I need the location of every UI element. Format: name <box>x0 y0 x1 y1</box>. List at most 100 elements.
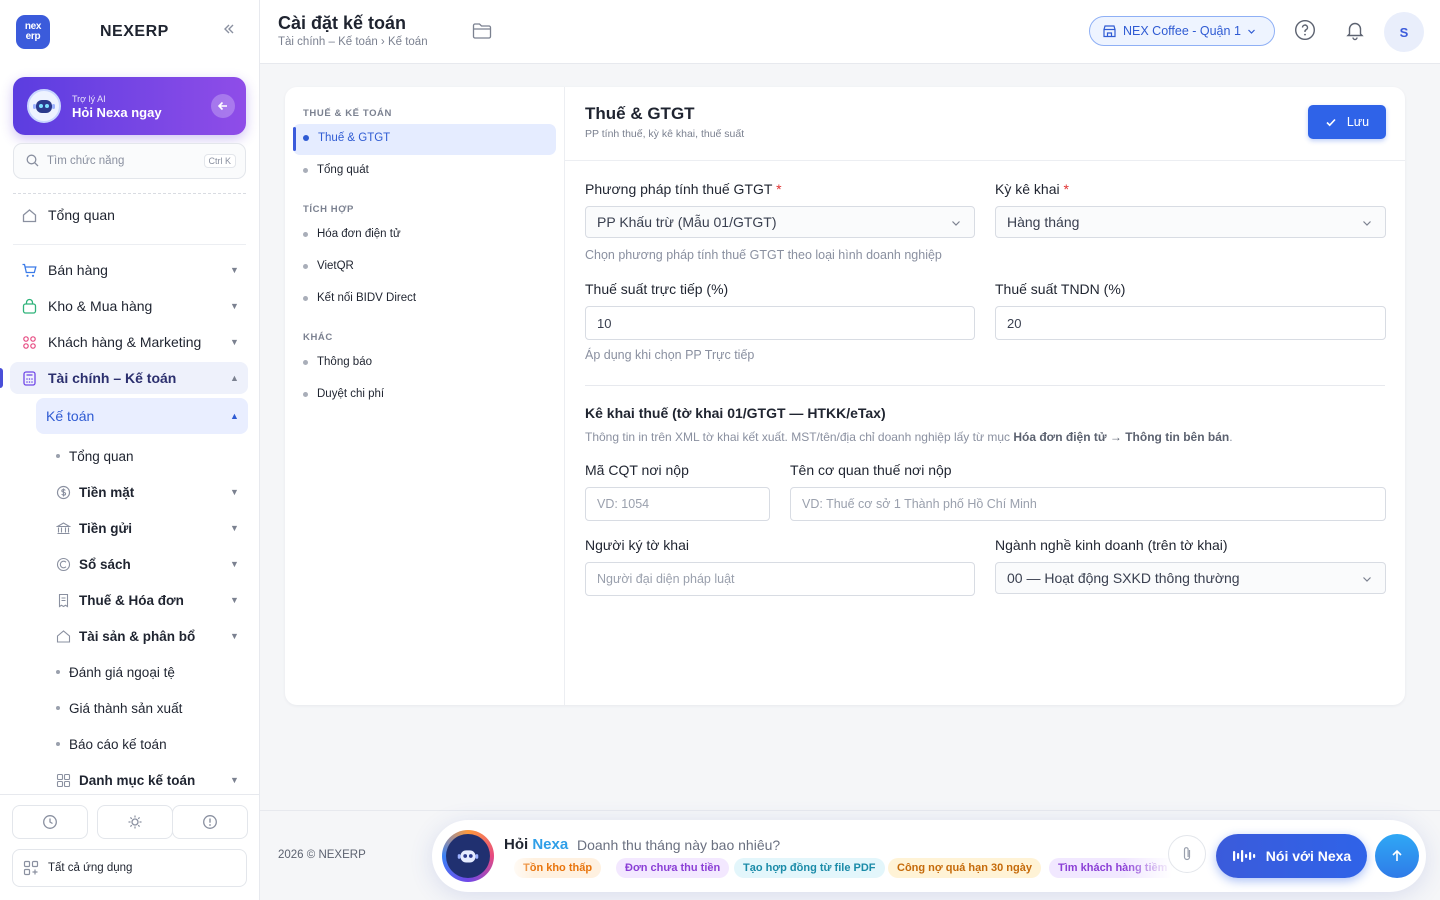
user-avatar[interactable]: S <box>1384 12 1424 52</box>
chevron-down-icon <box>950 217 962 229</box>
sidebar-subitem[interactable]: Sổ sách <box>55 552 131 576</box>
settings-item-einvoice[interactable]: Hóa đơn điện tử <box>303 228 401 240</box>
arrow-left-icon[interactable] <box>211 94 235 118</box>
industry-select[interactable]: 00 — Hoạt động SXKD thông thường <box>995 562 1386 594</box>
sub-nav-accounting[interactable]: Kế toán <box>46 404 94 428</box>
sidebar-subitem[interactable]: Tiền gửi <box>55 516 132 540</box>
nav-inventory[interactable]: Kho & Mua hàng <box>20 291 152 321</box>
settings-item-expense-approval[interactable]: Duyệt chi phí <box>303 388 384 400</box>
grid-icon <box>55 772 71 788</box>
chat-input[interactable]: Doanh thu tháng này bao nhiêu? <box>577 837 780 853</box>
history-button[interactable] <box>12 805 88 839</box>
direct-rate-input[interactable]: 10 <box>585 306 975 340</box>
collapse-sidebar-icon[interactable] <box>222 22 236 36</box>
chevron-down-icon[interactable]: ▼ <box>230 631 239 641</box>
sidebar-subitem-label: Thuế & Hóa đơn <box>79 592 184 608</box>
page-title: Cài đặt kế toán <box>278 13 407 33</box>
chevron-down-icon[interactable]: ▼ <box>230 487 239 497</box>
signer-input[interactable]: Người đại diện pháp luật <box>585 562 975 596</box>
asset-icon <box>55 628 71 644</box>
chevron-up-icon[interactable]: ▲ <box>230 373 239 383</box>
chevron-down-icon <box>1361 217 1373 229</box>
bank-icon <box>55 520 71 536</box>
period-select[interactable]: Hàng tháng <box>995 206 1386 238</box>
nav-sales[interactable]: Bán hàng <box>20 255 108 285</box>
tax-office-input[interactable]: VD: Thuế cơ sở 1 Thành phố Hồ Chí Minh <box>790 487 1386 521</box>
sidebar-subitem[interactable]: Báo cáo kế toán <box>56 732 167 756</box>
chevron-down-icon[interactable]: ▼ <box>230 559 239 569</box>
talk-to-nexa-button[interactable]: Nói với Nexa <box>1216 834 1367 878</box>
search-shortcut: Ctrl K <box>203 154 236 168</box>
store-name: NEX Coffee - Quận 1 <box>1123 24 1241 38</box>
suggestion-chip[interactable]: Đơn chưa thu tiền <box>616 858 730 878</box>
chevron-down-icon[interactable]: ▼ <box>230 337 239 347</box>
cit-rate-input[interactable]: 20 <box>995 306 1386 340</box>
settings-item-general[interactable]: Tổng quát <box>303 164 369 176</box>
settings-item-label: VietQR <box>317 260 354 272</box>
section-divider <box>585 385 1385 386</box>
help-icon[interactable] <box>1294 19 1316 41</box>
chevron-down-icon[interactable]: ▼ <box>230 775 239 785</box>
sidebar-subitem[interactable]: Tài sản & phân bổ <box>55 624 195 648</box>
settings-item-label: Duyệt chi phí <box>317 388 385 400</box>
vat-method-select[interactable]: PP Khấu trừ (Mẫu 01/GTGT) <box>585 206 975 238</box>
nav-overview[interactable]: Tổng quan <box>20 200 115 230</box>
nav-finance[interactable]: Tài chính – Kế toán <box>20 363 176 393</box>
sidebar-subitem[interactable]: Giá thành sản xuất <box>56 696 182 720</box>
all-apps-button[interactable]: Tất cả ứng dụng <box>12 849 247 887</box>
suggestion-chips: Tồn kho thấp Đơn chưa thu tiền Tạo hợp đ… <box>504 858 1172 880</box>
cit-rate-label: Thuế suất TNDN (%) <box>995 281 1126 297</box>
chevron-down-icon[interactable]: ▼ <box>230 265 239 275</box>
settings-card: THUẾ & KẾ TOÁN Thuế & GTGT Tổng quát TÍC… <box>285 87 1405 705</box>
nexerp-logo[interactable]: nex erp <box>16 15 50 49</box>
copyright: 2026 © NEXERP <box>278 849 366 861</box>
sidebar-subitem[interactable]: Danh mục kế toán <box>55 768 195 792</box>
settings-nav: THUẾ & KẾ TOÁN Thuế & GTGT Tổng quát TÍC… <box>285 87 565 705</box>
nav-customers-label: Khách hàng & Marketing <box>48 334 202 350</box>
sidebar-subitem[interactable]: Tổng quan <box>56 444 134 468</box>
suggestion-chip[interactable]: Tồn kho thấp <box>514 858 602 878</box>
breadcrumb[interactable]: Tài chính – Kế toán › Kế toán <box>278 36 428 48</box>
save-button[interactable]: Lưu <box>1308 105 1386 139</box>
chevron-down-icon[interactable]: ▼ <box>230 301 239 311</box>
users-icon <box>20 333 38 351</box>
bell-icon[interactable] <box>1344 19 1366 41</box>
nav-customers[interactable]: Khách hàng & Marketing <box>20 327 201 357</box>
folder-icon[interactable] <box>472 22 492 40</box>
sidebar-subitem-label: Báo cáo kế toán <box>69 736 167 752</box>
attach-icon[interactable] <box>1168 835 1206 873</box>
sidebar-subitem-label: Tổng quan <box>69 448 134 464</box>
chevron-down-icon[interactable]: ▼ <box>230 523 239 533</box>
settings-item-bidv[interactable]: Kết nối BIDV Direct <box>303 292 416 304</box>
search-input[interactable]: Tìm chức năng <box>47 155 124 167</box>
alert-button[interactable] <box>172 805 248 839</box>
settings-item-vietqr[interactable]: VietQR <box>303 260 354 272</box>
invoice-icon <box>55 592 71 608</box>
suggestion-chip[interactable]: Công nợ quá hạn 30 ngày <box>888 858 1041 878</box>
function-search[interactable]: Tìm chức năng Ctrl K <box>13 143 246 179</box>
apps-grid-icon <box>23 860 39 876</box>
settings-item-notifications[interactable]: Thông báo <box>303 356 372 368</box>
sidebar-subitem[interactable]: Thuế & Hóa đơn <box>55 588 184 612</box>
nav-inventory-label: Kho & Mua hàng <box>48 298 153 314</box>
sidebar-subitem[interactable]: Tiền mặt <box>55 480 134 504</box>
suggestion-chip[interactable]: Tìm khách hàng tiềm năng <box>1049 858 1172 878</box>
settings-item-vat[interactable]: Thuế & GTGT <box>303 132 390 144</box>
ai-chat-bar[interactable]: Hỏi Nexa Doanh thu tháng này bao nhiêu? … <box>432 820 1426 892</box>
store-selector[interactable]: NEX Coffee - Quận 1 <box>1089 16 1275 46</box>
ai-assistant-card[interactable]: Trợ lý AI Hỏi Nexa ngay <box>13 77 246 135</box>
sidebar-subitem[interactable]: Đánh giá ngoại tệ <box>56 660 175 684</box>
suggestion-chip[interactable]: Tạo hợp đồng từ file PDF <box>734 858 885 878</box>
waveform-icon <box>1232 849 1258 863</box>
tax-code-input[interactable]: VD: 1054 <box>585 487 770 521</box>
sun-icon <box>127 814 143 830</box>
nav-finance-label: Tài chính – Kế toán <box>48 370 177 386</box>
theme-button[interactable] <box>97 805 173 839</box>
topbar: Cài đặt kế toán Tài chính – Kế toán › Kế… <box>260 0 1440 64</box>
chevron-down-icon[interactable]: ▼ <box>230 595 239 605</box>
direct-rate-hint: Áp dụng khi chọn PP Trực tiếp <box>585 348 755 362</box>
sidebar-subitem-label: Giá thành sản xuất <box>69 700 183 716</box>
send-button[interactable] <box>1375 834 1419 878</box>
ai-title: Hỏi Nexa ngay <box>72 105 162 120</box>
chevron-up-icon[interactable]: ▲ <box>230 411 239 421</box>
